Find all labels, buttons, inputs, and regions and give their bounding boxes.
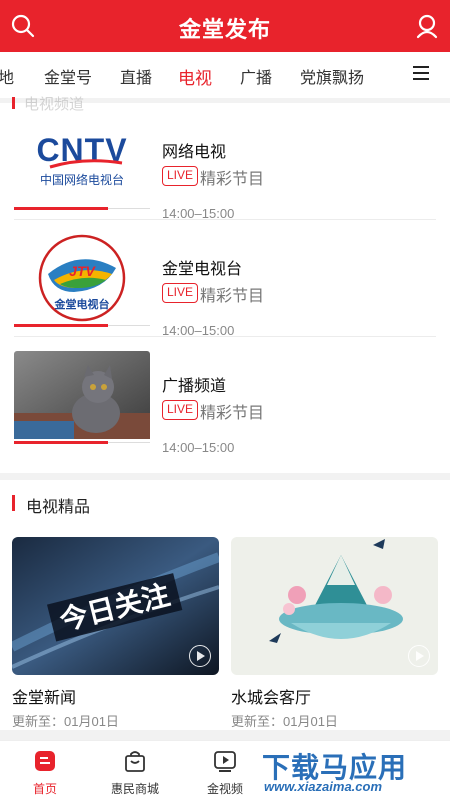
thumb-underline <box>14 441 108 444</box>
nav-label: 惠民商城 <box>110 782 159 796</box>
watermark-url: www.xiazaima.com <box>264 779 383 794</box>
channel-name: 网络电视 <box>162 144 227 161</box>
kitten-thumbnail <box>14 351 150 439</box>
video-update: 更新至：01月01日 <box>12 714 119 729</box>
svg-text:中国网络电视台: 中国网络电视台 <box>40 172 124 187</box>
app-header: 金堂发布 <box>0 0 450 52</box>
video-thumbnail: 今日关注 <box>12 537 219 675</box>
tv-highlights-section: 电视精品 今日关注 金堂新闻 更新至：01月01日 水城会客厅 更新至：01月0… <box>0 480 450 730</box>
live-badge: LIVE <box>162 166 199 186</box>
bottom-nav: 首页 惠民商城 金视频 下载马应用 www.xiazaima.com <box>0 740 450 800</box>
tab-tv[interactable]: 电视 <box>178 64 212 89</box>
video-title: 水城会客厅 <box>231 690 312 707</box>
play-video-icon <box>214 751 236 772</box>
app-title: 金堂发布 <box>178 17 271 42</box>
tab-radio[interactable]: 广播 <box>240 64 272 88</box>
svg-text:金堂电视台: 金堂电视台 <box>54 297 110 311</box>
channel-name: 广播频道 <box>162 378 227 395</box>
tab-local[interactable]: 地 <box>0 64 14 88</box>
tv-channel-list: 电视频道 CNTV 中国网络电视台 网络电视 LIVE 精彩节目 14:00–1… <box>0 96 450 473</box>
channel-item[interactable]: 广播频道 LIVE 精彩节目 14:00–15:00 <box>0 337 450 455</box>
section-marker <box>12 495 15 511</box>
video-title: 金堂新闻 <box>12 690 77 707</box>
jtv-logo: JTV 金堂电视台 <box>14 234 150 322</box>
cntv-logo: CNTV 中国网络电视台 <box>14 117 150 205</box>
section-title: 电视精品 <box>26 499 91 516</box>
program-name: 精彩节目 <box>200 288 265 305</box>
channel-name: 金堂电视台 <box>162 261 243 278</box>
tab-live[interactable]: 直播 <box>120 64 152 88</box>
channel-item[interactable]: CNTV 中国网络电视台 网络电视 LIVE 精彩节目 14:00–15:00 <box>0 103 450 221</box>
nav-home[interactable]: 首页 <box>0 741 90 800</box>
live-badge: LIVE <box>162 283 199 303</box>
tab-party-flag[interactable]: 党旗飘扬 <box>300 64 364 88</box>
video-card[interactable]: 水城会客厅 更新至：01月01日 <box>231 537 438 730</box>
program-name: 精彩节目 <box>200 171 265 188</box>
thumb-underline-gray <box>108 442 150 443</box>
menu-icon[interactable] <box>412 64 430 82</box>
nav-mall[interactable]: 惠民商城 <box>90 741 180 800</box>
live-badge: LIVE <box>162 400 199 420</box>
thumb-underline <box>14 324 108 327</box>
play-icon[interactable] <box>408 645 430 667</box>
user-profile-icon[interactable] <box>414 13 440 39</box>
video-card[interactable]: 今日关注 金堂新闻 更新至：01月01日 <box>12 537 219 730</box>
tab-jintanghao[interactable]: 金堂号 <box>44 64 92 88</box>
shopping-bag-icon <box>125 751 145 772</box>
video-update: 更新至：01月01日 <box>231 714 338 729</box>
watermark: 下载马应用 www.xiazaima.com <box>256 744 446 796</box>
news-thumbnail-graphic: 今日关注 <box>12 537 219 675</box>
program-time: 14:00–15:00 <box>162 440 235 455</box>
home-icon <box>35 751 55 771</box>
program-name: 精彩节目 <box>200 405 265 422</box>
thumb-underline-gray <box>108 325 150 326</box>
svg-text:JTV: JTV <box>69 263 96 279</box>
thumb-underline-gray <box>108 208 150 209</box>
video-thumbnail <box>231 537 438 675</box>
category-tabs: 地 金堂号 直播 电视 广播 党旗飘扬 <box>0 52 450 98</box>
thumb-underline <box>14 207 108 210</box>
watercity-thumbnail-graphic <box>231 537 438 675</box>
play-icon[interactable] <box>189 645 211 667</box>
channel-item[interactable]: JTV 金堂电视台 金堂电视台 LIVE 精彩节目 14:00–15:00 <box>0 220 450 338</box>
nav-label: 首页 <box>32 782 57 796</box>
